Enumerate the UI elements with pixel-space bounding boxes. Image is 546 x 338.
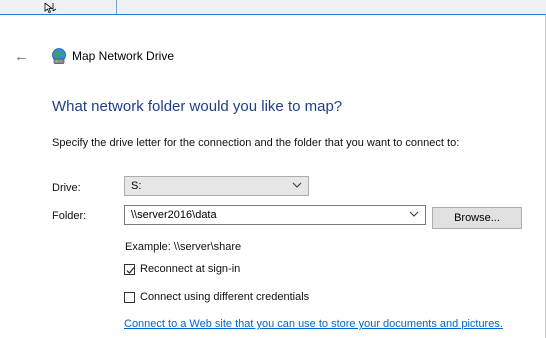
browse-button[interactable]: Browse... xyxy=(432,207,522,229)
credentials-checkbox[interactable] xyxy=(124,291,135,303)
folder-label: Folder: xyxy=(52,210,87,222)
drive-select-value: S: xyxy=(131,180,142,192)
page-heading: What network folder would you like to ma… xyxy=(52,98,343,115)
reconnect-checkbox-row[interactable]: Reconnect at sign-in xyxy=(124,263,240,275)
chevron-down-icon[interactable] xyxy=(409,208,419,220)
window-top-strip xyxy=(0,0,546,15)
network-drive-icon xyxy=(50,47,68,65)
checkmark-icon xyxy=(126,266,135,274)
drive-label: Drive: xyxy=(52,182,81,194)
folder-input-value: \\server2016\data xyxy=(131,209,217,221)
folder-input[interactable]: \\server2016\data xyxy=(124,205,426,225)
instruction-text: Specify the drive letter for the connect… xyxy=(52,137,460,149)
drive-select[interactable]: S: xyxy=(124,176,309,196)
chevron-down-icon xyxy=(292,179,302,191)
credentials-label: Connect using different credentials xyxy=(140,291,310,303)
reconnect-checkbox[interactable] xyxy=(124,263,135,275)
credentials-checkbox-row[interactable]: Connect using different credentials xyxy=(124,291,309,303)
back-arrow-icon[interactable]: ← xyxy=(14,49,29,65)
wizard-title: Map Network Drive xyxy=(72,49,175,63)
web-site-link[interactable]: Connect to a Web site that you can use t… xyxy=(124,318,503,330)
example-text: Example: \\server\share xyxy=(125,241,242,253)
reconnect-label: Reconnect at sign-in xyxy=(140,263,241,275)
top-strip-divider xyxy=(116,0,117,14)
mouse-cursor-icon xyxy=(44,0,58,18)
